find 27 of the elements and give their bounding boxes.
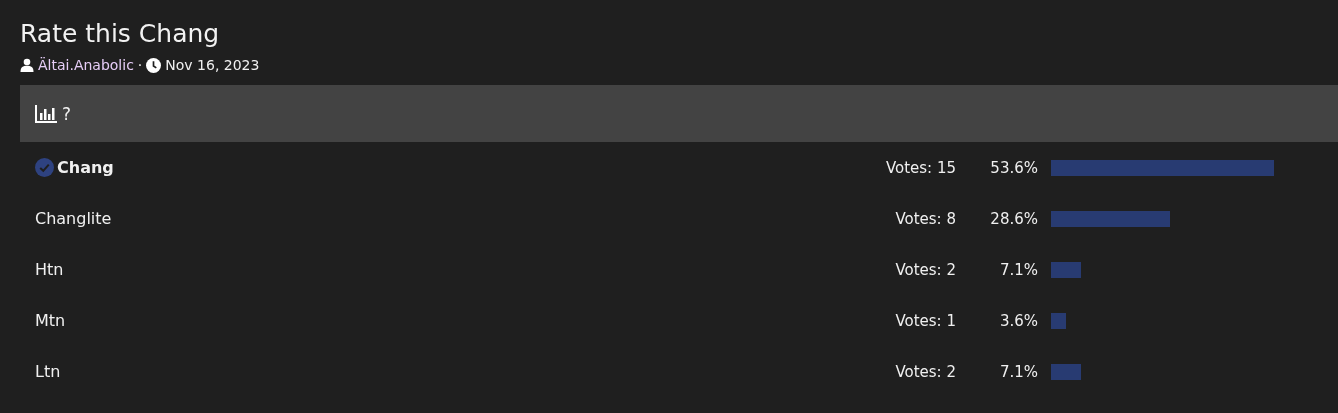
vote-percent: 28.6% [989,209,1038,228]
vote-count: Votes: 2 [895,260,956,279]
user-icon [20,58,34,72]
vote-bar [1051,261,1081,278]
vote-percent: 3.6% [998,311,1038,330]
option-label: Ltn [35,362,61,381]
vote-count: Votes: 2 [895,362,956,381]
option-label: Mtn [35,311,66,330]
vote-count: Votes: 15 [885,158,956,177]
option-label: Htn [35,260,64,279]
vote-count: Votes: 1 [895,311,956,330]
author-link[interactable]: Ältai.Anabolic [38,57,134,73]
poll-title: Rate this Chang [20,18,221,50]
vote-bar [1051,312,1066,329]
vote-percent: 7.1% [998,260,1038,279]
option-label: Changlite [35,209,112,228]
check-icon [35,158,54,177]
separator: · [137,57,143,73]
bar-chart-icon [35,104,57,123]
vote-percent: 53.6% [989,158,1038,177]
post-date: Nov 16, 2023 [165,57,260,73]
vote-count: Votes: 8 [895,209,956,228]
vote-bar [1051,363,1081,380]
poll-question: ? [62,103,72,124]
vote-percent: 7.1% [998,362,1038,381]
option-label: Chang [35,158,114,177]
clock-icon [146,57,162,73]
